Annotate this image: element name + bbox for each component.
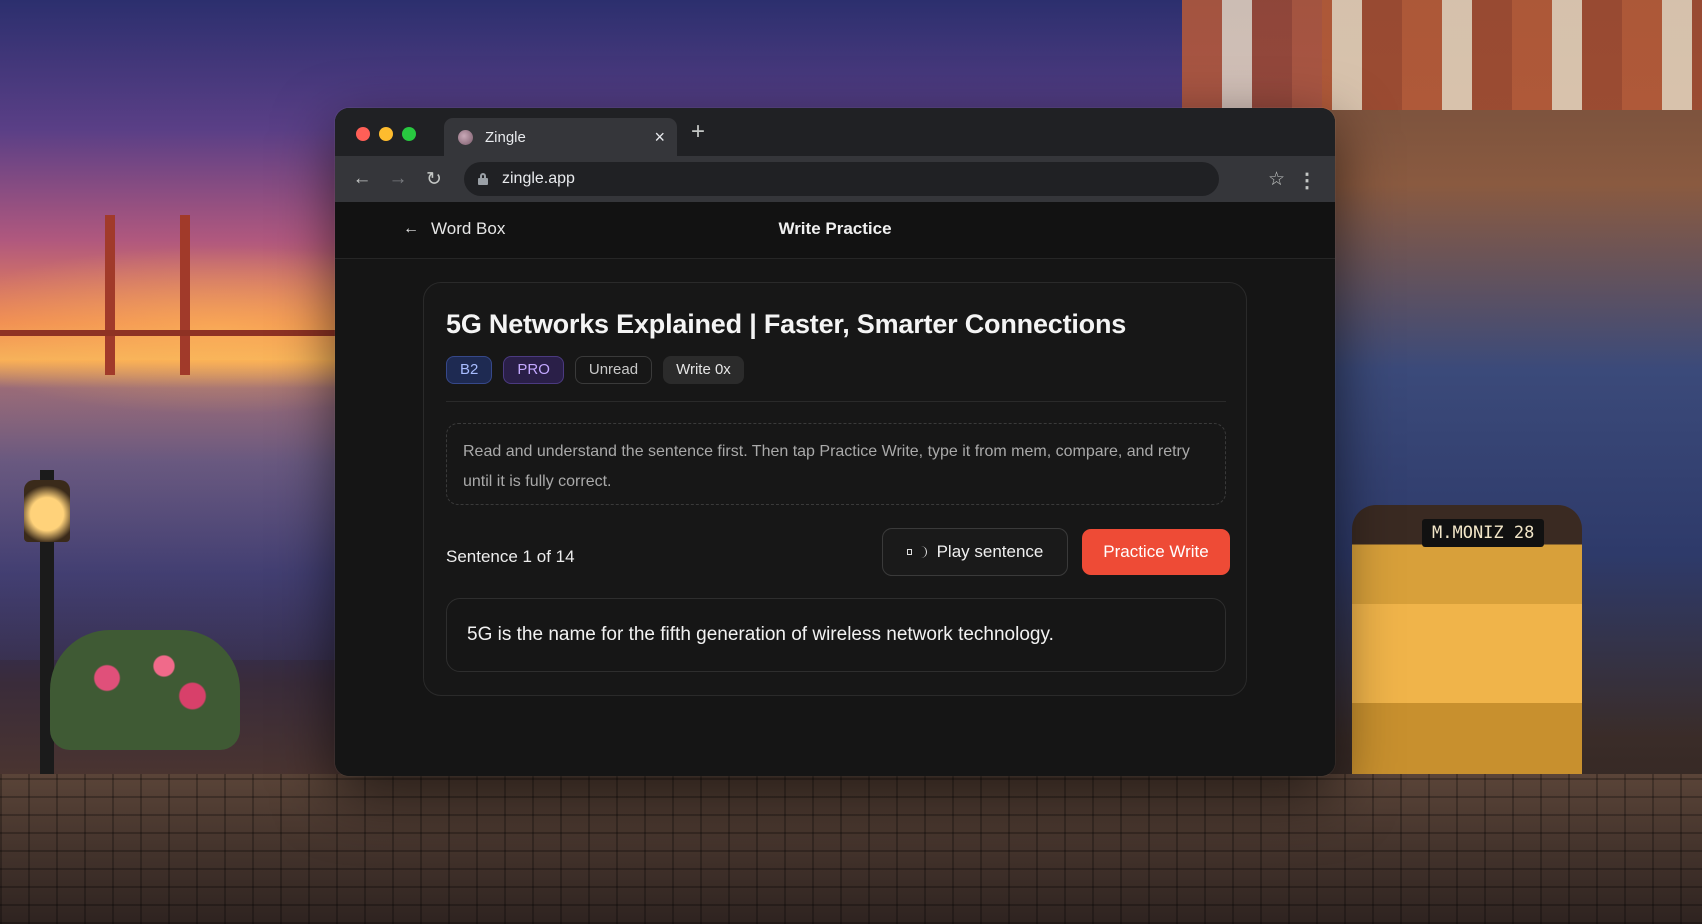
back-icon[interactable]: ← bbox=[344, 168, 380, 190]
url-field[interactable]: zingle.app bbox=[464, 162, 1219, 196]
lesson-card: 5G Networks Explained | Faster, Smarter … bbox=[423, 282, 1247, 696]
lesson-tags: B2 PRO Unread Write 0x bbox=[446, 356, 744, 384]
street-lamp-icon bbox=[24, 480, 70, 542]
pro-badge: PRO bbox=[503, 356, 564, 384]
practice-write-button[interactable]: Practice Write bbox=[1082, 529, 1230, 575]
write-count-badge: Write 0x bbox=[663, 356, 744, 384]
speaker-icon bbox=[906, 544, 927, 560]
reload-icon[interactable]: ↻ bbox=[416, 168, 452, 191]
sentence-text: 5G is the name for the fifth generation … bbox=[467, 624, 1054, 645]
play-sentence-label: Play sentence bbox=[936, 542, 1044, 561]
tram-sign: M.MONIZ 28 bbox=[1422, 519, 1545, 547]
new-tab-button[interactable]: + bbox=[691, 120, 705, 144]
tab-close-icon[interactable]: × bbox=[654, 128, 665, 146]
kebab-menu-icon[interactable]: ⋮ bbox=[1297, 168, 1317, 193]
divider bbox=[446, 401, 1226, 402]
page-title: Write Practice bbox=[778, 219, 892, 238]
close-window-button[interactable] bbox=[356, 127, 370, 141]
address-bar: ← → ↻ zingle.app ☆ ⋮ bbox=[335, 156, 1335, 202]
status-badge: Unread bbox=[574, 356, 653, 384]
browser-window: Zingle × + ← → ↻ zingle.app ☆ ⋮ ← Word B… bbox=[335, 108, 1335, 776]
sentence-box: 5G is the name for the fifth generation … bbox=[446, 598, 1226, 672]
app-content: ← Word Box Write Practice 5G Networks Ex… bbox=[335, 202, 1335, 776]
sentence-counter: Sentence 1 of 14 bbox=[446, 547, 575, 566]
background-rooftops bbox=[1182, 0, 1702, 110]
minimize-window-button[interactable] bbox=[379, 127, 393, 141]
url-text: zingle.app bbox=[502, 170, 575, 187]
app-header: ← Word Box Write Practice bbox=[335, 202, 1335, 259]
bookmark-star-icon[interactable]: ☆ bbox=[1268, 168, 1285, 191]
bridge-tower-left bbox=[105, 215, 115, 375]
flower-pot bbox=[50, 630, 240, 750]
browser-tab[interactable]: Zingle × bbox=[444, 118, 677, 156]
maximize-window-button[interactable] bbox=[402, 127, 416, 141]
bridge-tower-right bbox=[180, 215, 190, 375]
level-badge: B2 bbox=[446, 356, 493, 384]
tab-bar: Zingle × + bbox=[335, 108, 1335, 156]
lock-icon[interactable] bbox=[478, 173, 488, 185]
favicon-icon bbox=[458, 129, 473, 145]
play-sentence-button[interactable]: Play sentence bbox=[882, 528, 1068, 576]
instructions-box: Read and understand the sentence first. … bbox=[446, 423, 1226, 505]
bridge-deck bbox=[0, 330, 335, 336]
forward-icon[interactable]: → bbox=[380, 168, 416, 190]
background-cobblestones bbox=[0, 774, 1702, 924]
lesson-title: 5G Networks Explained | Faster, Smarter … bbox=[446, 309, 1127, 339]
tab-title: Zingle bbox=[485, 128, 526, 146]
